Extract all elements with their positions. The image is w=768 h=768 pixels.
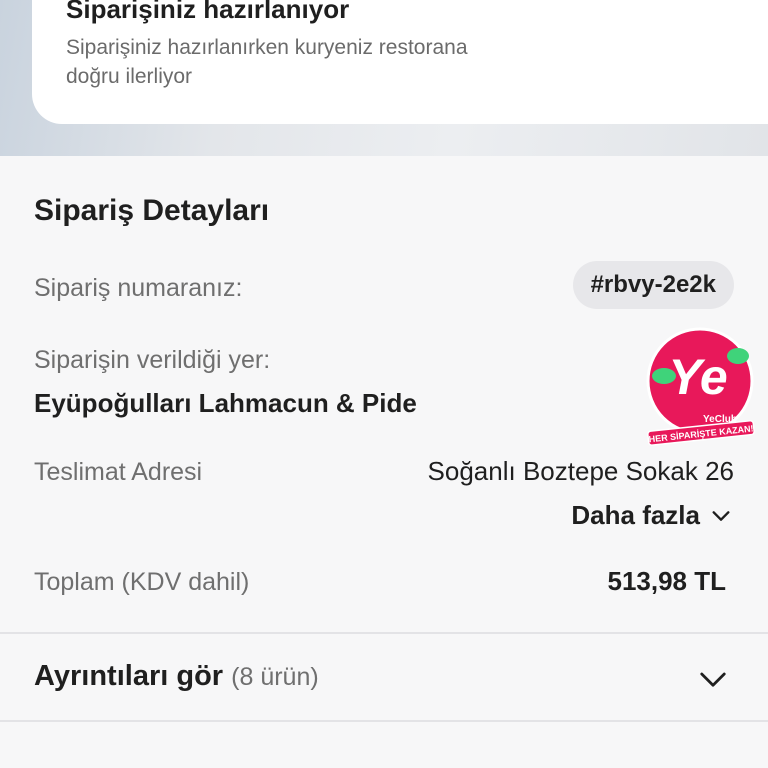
divider [0,720,768,722]
see-details-label: Ayrıntıları gör [34,660,224,692]
item-count: (8 ürün) [231,663,319,691]
status-description: Siparişiniz hazırlanırken kuryeniz resto… [66,36,468,88]
see-details-row[interactable]: Ayrıntıları gör (8 ürün) [0,634,768,722]
chevron-down-icon [712,510,730,521]
delivery-address-value: Soğanlı Boztepe Sokak 26 [427,456,734,486]
total-label: Toplam (KDV dahil) [34,568,250,596]
chevron-down-icon [700,672,726,687]
restaurant-name: Eyüpoğulları Lahmacun & Pide [34,388,417,418]
order-details-sheet: Sipariş Detayları Sipariş numaranız: #rb… [0,156,768,768]
badge-logo: Ye [668,349,727,405]
section-title: Sipariş Detayları [34,194,270,227]
show-more-label: Daha fazla [571,500,700,530]
show-more-button[interactable]: Daha fazla [571,500,732,531]
total-value: 513,98 TL [607,566,726,596]
status-title: Siparişiniz hazırlanıyor [66,0,350,24]
order-tracking-screen: Siparişiniz hazırlanıyor Siparişiniz haz… [0,0,768,768]
badge-dot-right [727,348,749,364]
delivery-address-label: Teslimat Adresi [34,458,203,486]
yeclub-badge[interactable]: Ye YeClub HER SİPARİŞTE KAZAN! [640,326,760,446]
order-number-chip[interactable]: #rbvy-2e2k [572,261,734,309]
map-background: Siparişiniz hazırlanıyor Siparişiniz haz… [0,0,768,156]
order-number-label: Sipariş numaranız: [34,274,243,302]
order-status-card: Siparişiniz hazırlanıyor Siparişiniz haz… [32,0,768,124]
place-label: Siparişin verildiği yer: [34,346,271,374]
see-details-title: Ayrıntıları gör (8 ürün) [34,660,319,693]
